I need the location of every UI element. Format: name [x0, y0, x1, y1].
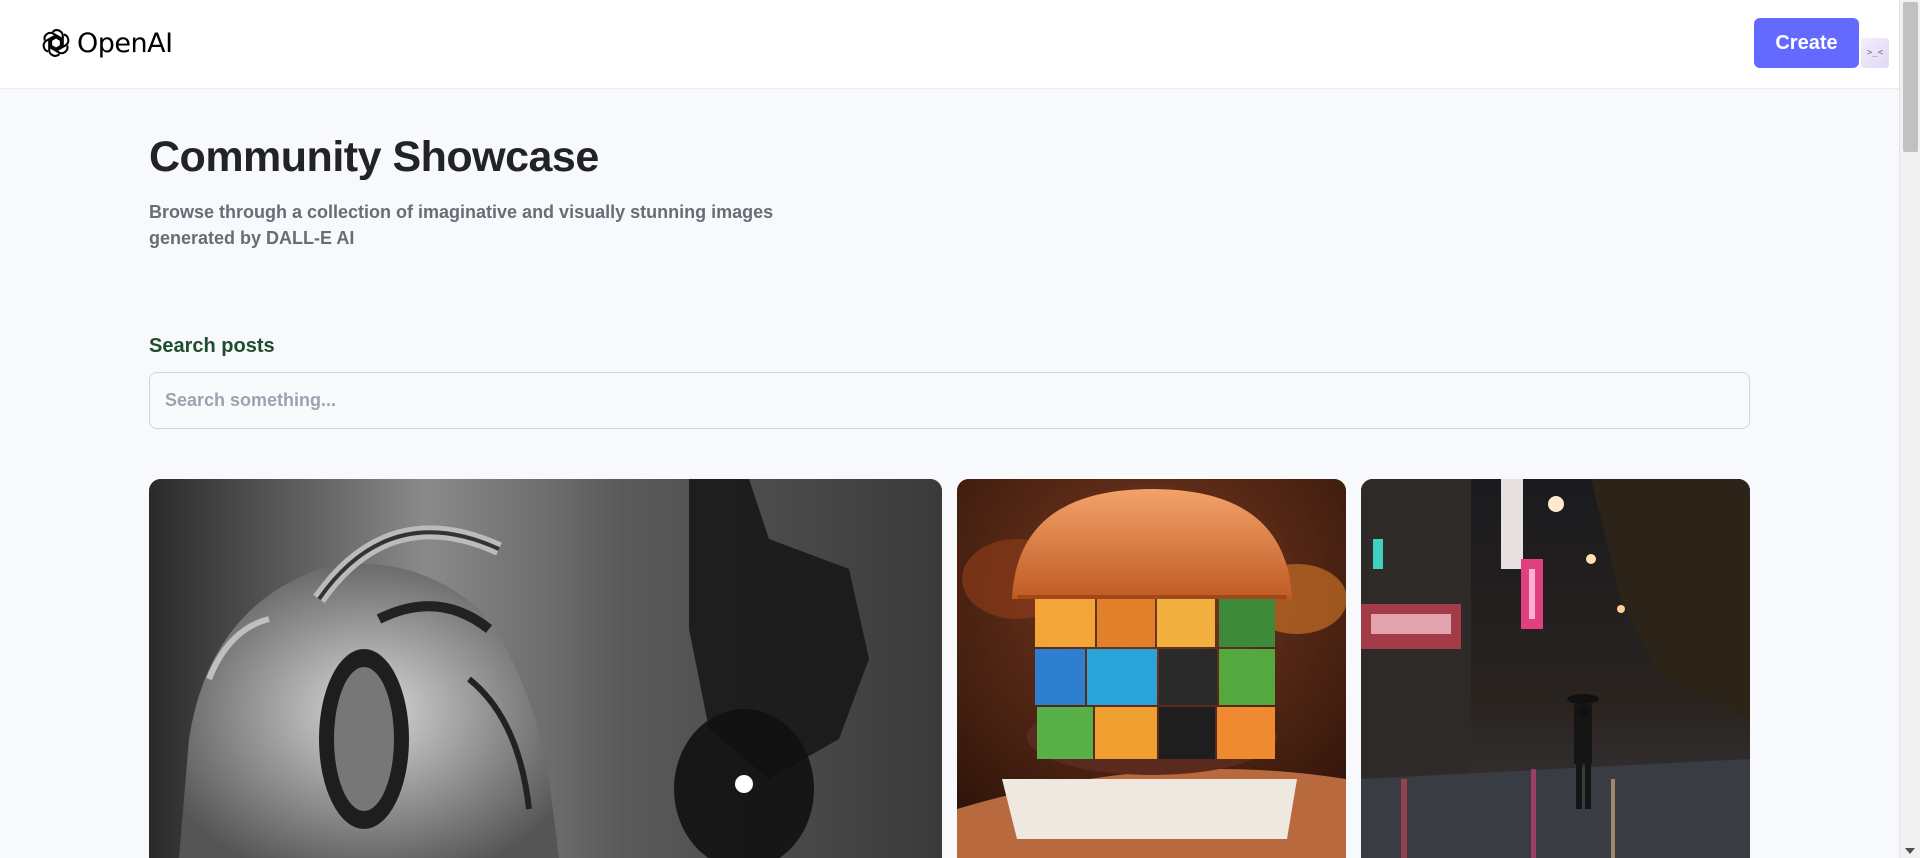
- vertical-scrollbar[interactable]: [1899, 0, 1920, 858]
- page-description: Browse through a collection of imaginati…: [149, 202, 774, 248]
- search-input[interactable]: [149, 372, 1750, 429]
- rubiks-burger-image: [957, 479, 1346, 858]
- create-button[interactable]: Create: [1754, 18, 1859, 68]
- openai-knot-icon: [42, 29, 70, 57]
- post-card-statue-headphones[interactable]: [149, 479, 942, 858]
- brand-name: OpenAI: [77, 27, 173, 59]
- statue-headphones-image: [149, 479, 942, 858]
- post-card-rainy-street[interactable]: [1361, 479, 1750, 858]
- openai-logo[interactable]: OpenAI: [39, 25, 173, 61]
- post-card-rubiks-burger[interactable]: [957, 479, 1346, 858]
- scroll-down-arrow-icon[interactable]: [1905, 848, 1915, 854]
- search-label: Search posts: [149, 335, 275, 357]
- browser-extension-icon[interactable]: >_<: [1861, 38, 1889, 68]
- top-navbar: OpenAI Create >_<: [0, 0, 1899, 89]
- page-title: Community Showcase: [149, 133, 599, 181]
- scrollbar-thumb[interactable]: [1903, 2, 1918, 152]
- rainy-street-image: [1361, 479, 1750, 858]
